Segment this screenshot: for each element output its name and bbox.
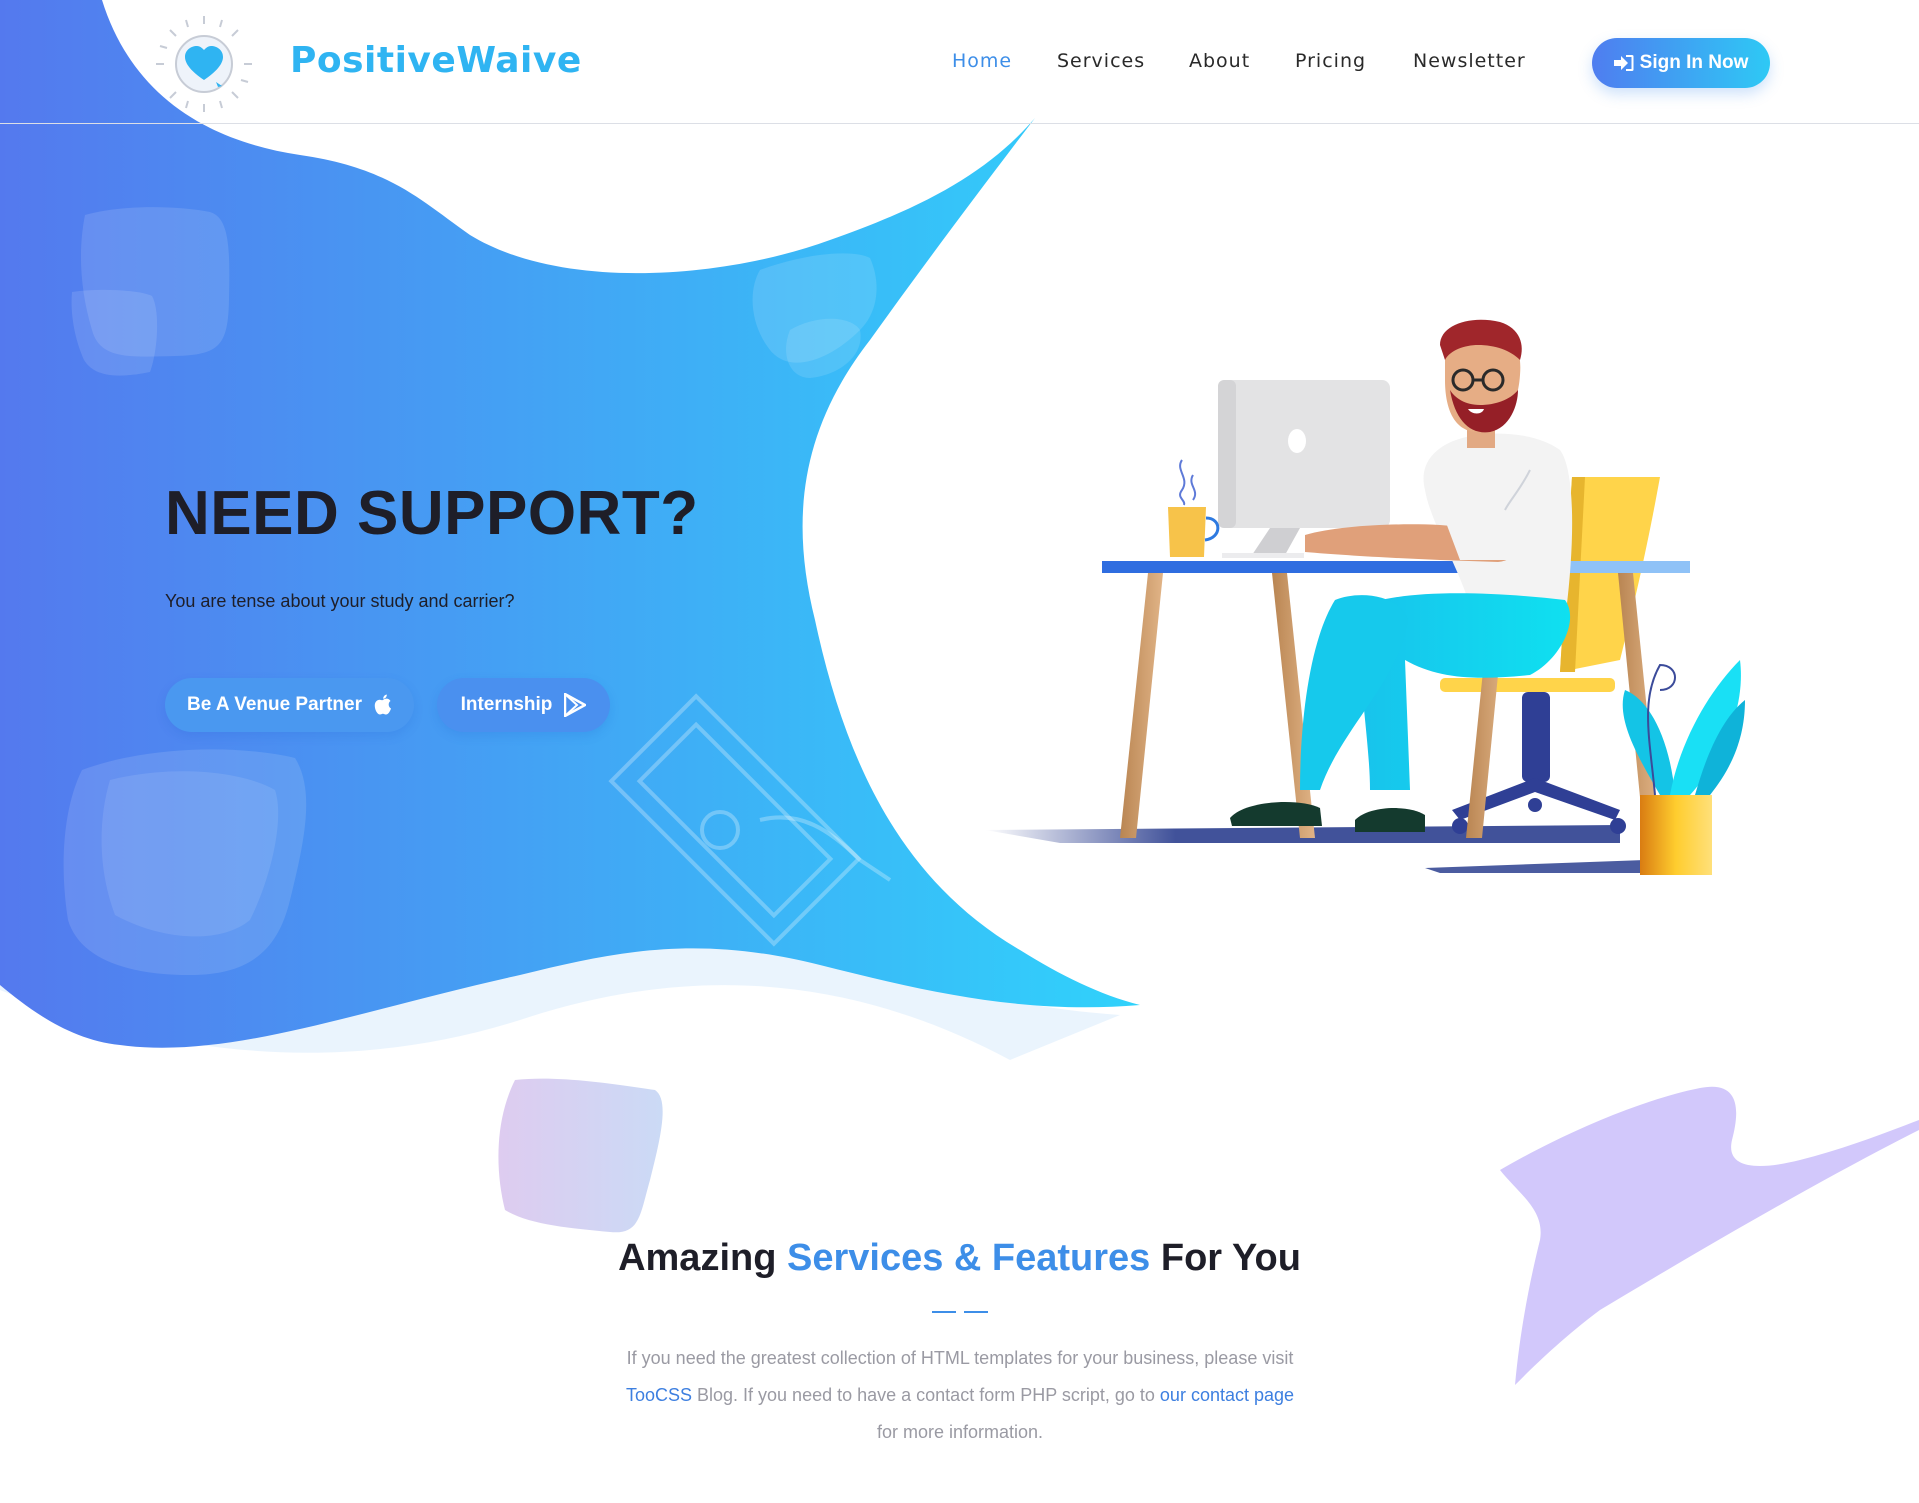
nav-home[interactable]: Home	[952, 50, 1012, 72]
contact-page-link[interactable]: our contact page	[1160, 1385, 1294, 1405]
section-body-2: Blog. If you need to have a contact form…	[692, 1385, 1160, 1405]
desk-illustration	[985, 319, 1745, 875]
nav-pricing[interactable]: Pricing	[1295, 50, 1366, 72]
internship-button[interactable]: Internship	[437, 678, 610, 732]
section-body-3: for more information.	[876, 1422, 1044, 1442]
header-divider	[0, 123, 1919, 124]
apple-icon	[374, 694, 391, 715]
hero-title: NEED SUPPORT?	[165, 479, 699, 548]
venue-partner-label: Be A Venue Partner	[187, 694, 362, 715]
section-title-accent: Services & Features	[786, 1237, 1151, 1279]
sign-in-button[interactable]: Sign In Now	[1592, 38, 1770, 88]
nav-about[interactable]: About	[1189, 50, 1250, 72]
venue-partner-button[interactable]: Be A Venue Partner	[165, 678, 414, 732]
section-title: Amazing Services & Features For You	[0, 1237, 1919, 1280]
section-body-1: If you need the greatest collection of H…	[626, 1348, 1294, 1368]
internship-label: Internship	[460, 694, 553, 715]
sign-in-label: Sign In Now	[1639, 52, 1749, 73]
sign-in-icon	[1613, 55, 1634, 71]
play-store-icon	[564, 693, 587, 717]
toocss-link[interactable]: TooCSS	[626, 1385, 692, 1405]
hero-subtitle: You are tense about your study and carri…	[165, 591, 515, 611]
landing-page: PositiveWaive Home Services About Pricin…	[0, 0, 1919, 1503]
section-description: If you need the greatest collection of H…	[560, 1340, 1360, 1451]
nav-services[interactable]: Services	[1057, 50, 1145, 72]
section-title-suffix: For You	[1150, 1237, 1301, 1279]
section-title-prefix: Amazing	[618, 1237, 787, 1279]
section-divider	[932, 1311, 988, 1314]
nav-newsletter[interactable]: Newsletter	[1413, 50, 1526, 72]
